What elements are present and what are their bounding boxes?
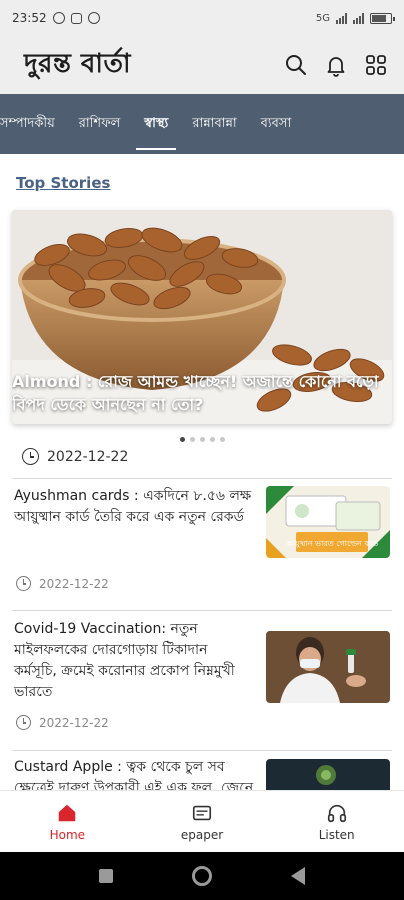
nav-epaper[interactable]: epaper [135,791,270,852]
story-date: 2022-12-22 [16,576,109,591]
clock-icon [22,448,39,465]
carousel-dot[interactable] [219,437,225,442]
grid-menu-icon[interactable] [364,53,388,77]
newspaper-icon [191,802,213,824]
tab-business[interactable]: ব্যবসা [249,94,304,154]
main-content: Top Stories Almond: রোজ আমন্ড খাচ্ছেন! … [0,154,404,790]
back-icon[interactable] [290,867,305,885]
recent-apps-icon[interactable] [99,869,114,883]
bottom-nav: Home epaper Listen [0,790,404,852]
story-thumbnail[interactable] [266,759,390,790]
divider [12,610,392,611]
hero-card[interactable]: Almond : রোজ আমন্ড খাচ্ছেন! অজান্তে কোনো… [12,210,392,424]
alarm-icon [52,12,65,24]
nav-listen[interactable]: Listen [269,791,404,852]
section-title[interactable]: Top Stories [16,174,110,192]
bell-icon[interactable] [324,53,348,77]
nav-home-label: Home [49,827,86,842]
carousel-dot[interactable] [209,437,215,442]
story-thumbnail[interactable]: আয়ুষ্মান ভারত গোল্ডেন কার্ড [266,486,390,558]
headphones-icon [326,802,348,824]
nav-listen-label: Listen [318,827,355,842]
story-thumbnail[interactable] [266,631,390,703]
facebook-icon [87,12,100,24]
system-nav-bar [0,852,404,900]
hero-date-text: 2022-12-22 [47,448,129,465]
instagram-icon [70,12,82,24]
story-date: 2022-12-22 [16,715,109,730]
thumb-text: আয়ুষ্মান ভারত গোল্ডেন কার্ড [285,539,379,548]
carousel-dot[interactable] [199,437,205,442]
story-title[interactable]: Ayushman cards : একদিনে ৮.৫৬ লক্ষ আয়ুষ্… [14,486,254,528]
nav-epaper-label: epaper [180,827,224,842]
tab-cooking[interactable]: রান্নাবান্না [180,94,248,154]
nav-home[interactable]: Home [0,791,135,852]
status-bar: 23:52 5G [0,0,404,36]
carousel-dot[interactable] [189,437,195,442]
clock-icon [16,576,31,591]
story-date-text: 2022-12-22 [39,715,109,730]
battery-icon [370,12,395,24]
carousel-dot[interactable] [179,437,185,442]
hero-date: 2022-12-22 [22,448,128,465]
signal-2-icon [353,12,364,24]
category-tabs: সম্পাদকীয় রাশিফল স্বাস্থ্য রান্নাবান্না… [0,94,404,154]
signal-icon [336,12,347,24]
story-item[interactable]: Covid-19 Vaccination: নতুন মাইলফলকের দোর… [14,619,392,739]
tab-health[interactable]: স্বাস্থ্য [132,94,180,154]
network-type: 5G [315,12,330,24]
divider [12,750,392,751]
divider [12,478,392,479]
tab-horoscope[interactable]: রাশিফল [67,94,133,154]
tab-editorial[interactable]: সম্পাদকীয় [0,94,67,154]
story-item[interactable]: Ayushman cards : একদিনে ৮.৫৬ লক্ষ আয়ুষ্… [14,486,392,596]
story-title[interactable]: Covid-19 Vaccination: নতুন মাইলফলকের দোর… [14,619,254,703]
hero-caption[interactable]: Almond : রোজ আমন্ড খাচ্ছেন! অজান্তে কোনো… [12,370,386,416]
story-date-text: 2022-12-22 [39,576,109,591]
search-icon[interactable] [284,53,308,77]
carousel-dots [0,437,404,442]
app-logo: দুরন্ত বার্তা [24,49,131,79]
home-circle-icon[interactable] [191,866,212,886]
clock-icon [16,715,31,730]
home-icon [56,802,78,824]
story-item[interactable]: Custard Apple : ত্বক থেকে চুল সব ক্ষেত্র… [14,757,392,790]
story-title[interactable]: Custard Apple : ত্বক থেকে চুল সব ক্ষেত্র… [14,757,254,790]
status-time: 23:52 [12,11,47,25]
app-header: দুরন্ত বার্তা [0,36,404,94]
